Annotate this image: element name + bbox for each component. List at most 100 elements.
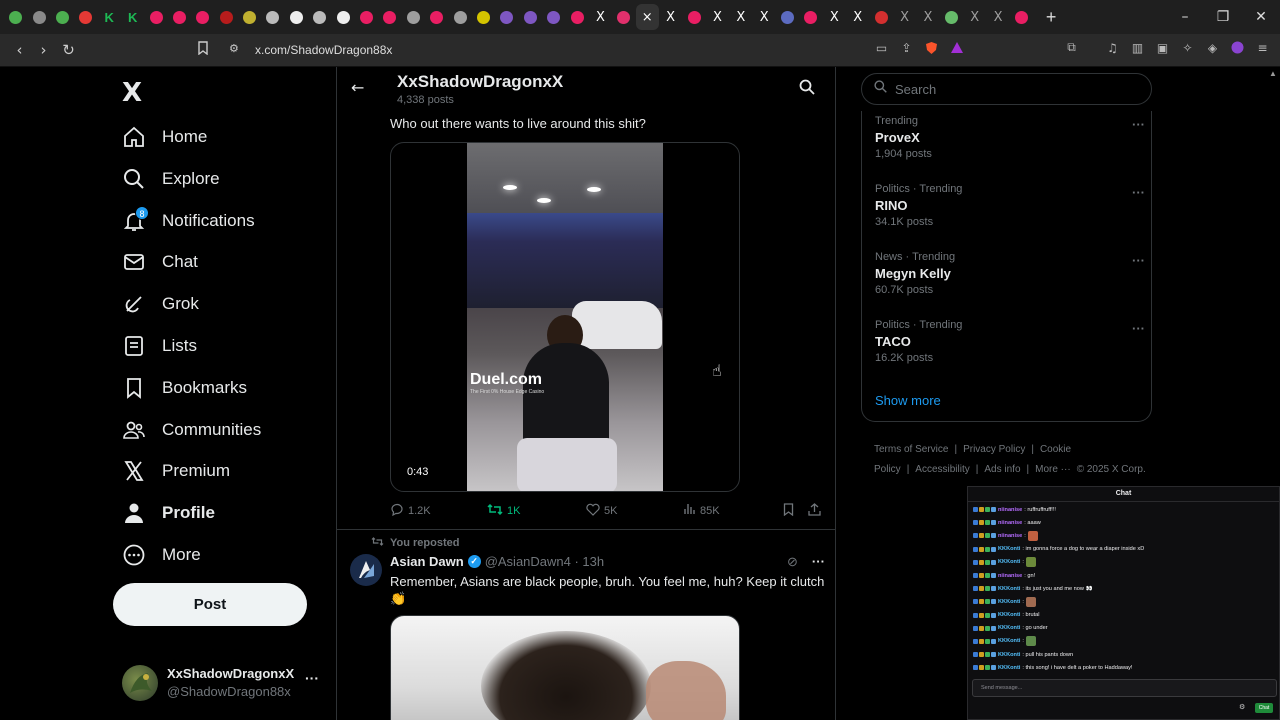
x-logo[interactable]: X (122, 78, 142, 108)
browser-tab[interactable] (799, 4, 822, 30)
browser-tab[interactable] (472, 4, 495, 30)
browser-tab[interactable]: X (659, 4, 682, 30)
wallet-icon[interactable]: ▣ (1155, 40, 1170, 55)
footer-link[interactable]: Terms of Service (874, 444, 948, 455)
brave-shield-icon[interactable] (924, 40, 939, 55)
browser-tab[interactable]: X (846, 4, 869, 30)
chat-username[interactable]: niinanise (998, 520, 1022, 526)
repost-button[interactable]: 1K (487, 503, 520, 519)
browser-tab[interactable]: X (589, 4, 612, 30)
chat-username[interactable]: KKKonti (998, 638, 1020, 644)
chat-username[interactable]: niinanise (998, 573, 1022, 579)
grok-explain-icon[interactable]: ⊘ (787, 554, 798, 570)
nav-item-communities[interactable]: Communities (122, 414, 261, 446)
back-arrow-icon[interactable]: ← (351, 78, 364, 97)
browser-tab[interactable] (402, 4, 425, 30)
browser-tab[interactable] (776, 4, 799, 30)
account-more-icon[interactable]: ··· (305, 670, 319, 686)
nav-item-more[interactable]: More (122, 539, 201, 571)
chat-send-button[interactable]: Chat (1255, 703, 1273, 713)
brave-rewards-icon[interactable] (949, 40, 964, 55)
retweet-author[interactable]: Asian Dawn ✓ @AsianDawn4 · 13h (390, 554, 604, 569)
chat-username[interactable]: niinanise (998, 507, 1022, 513)
site-settings-icon[interactable]: ⚙ (229, 42, 239, 55)
restore-button[interactable]: ❐ (1204, 0, 1242, 34)
nav-item-profile[interactable]: Profile (122, 497, 215, 529)
bookmark-tweet-icon[interactable] (783, 503, 794, 516)
browser-tab[interactable] (682, 4, 705, 30)
tweet-more-icon[interactable]: ··· (812, 554, 825, 570)
nav-item-bookmarks[interactable]: Bookmarks (122, 372, 247, 404)
video-player[interactable]: Duel.com The First 0% House Edge Casino … (390, 142, 740, 492)
chat-username[interactable]: KKKonti (998, 559, 1020, 565)
back-nav-icon[interactable]: ‹ (7, 41, 32, 59)
browser-tab[interactable] (144, 4, 167, 30)
footer-link[interactable]: More ··· (1035, 464, 1071, 475)
footer-link[interactable]: Accessibility (915, 464, 969, 475)
share-icon[interactable]: ⇪ (899, 40, 914, 55)
menu-icon[interactable]: ≡ (1255, 40, 1270, 55)
chat-settings-icon[interactable]: ⚙ (1239, 703, 1245, 711)
browser-tab[interactable] (542, 4, 565, 30)
browser-tab[interactable] (238, 4, 261, 30)
browser-tab[interactable] (612, 4, 635, 30)
nav-item-chat[interactable]: Chat (122, 246, 198, 278)
browser-tab[interactable] (285, 4, 308, 30)
cast-icon[interactable]: ▭ (874, 40, 889, 55)
nav-item-lists[interactable]: Lists (122, 330, 197, 362)
retweet-media[interactable] (390, 615, 740, 720)
new-tab-button[interactable]: + (1039, 7, 1063, 28)
chat-username[interactable]: KKKonti (998, 586, 1020, 592)
browser-tab[interactable] (215, 4, 238, 30)
browser-tab[interactable] (1010, 4, 1033, 30)
scroll-up-arrow-icon[interactable]: ▲ (1269, 69, 1277, 78)
browser-tab[interactable] (308, 4, 331, 30)
chat-username[interactable]: KKKonti (998, 652, 1020, 658)
nav-item-notifications[interactable]: 8 Notifications (122, 205, 255, 237)
close-window-button[interactable]: ✕ (1242, 0, 1280, 34)
nav-item-grok[interactable]: Grok (122, 288, 199, 320)
browser-tab[interactable]: X (893, 4, 916, 30)
browser-tab[interactable] (495, 4, 518, 30)
browser-tab[interactable]: X (706, 4, 729, 30)
browser-tab[interactable] (448, 4, 471, 30)
browser-tab[interactable] (191, 4, 214, 30)
browser-tab[interactable] (355, 4, 378, 30)
browser-tab[interactable]: X (986, 4, 1009, 30)
share-tweet-icon[interactable] (808, 503, 821, 516)
browser-tab[interactable]: X (963, 4, 986, 30)
media-icon[interactable]: ♫ (1105, 40, 1120, 55)
browser-tab[interactable] (261, 4, 284, 30)
forward-nav-icon[interactable]: › (31, 41, 56, 59)
chat-username[interactable]: KKKonti (998, 599, 1020, 605)
browser-tab[interactable]: X (753, 4, 776, 30)
browser-tab[interactable]: K (98, 4, 121, 30)
minimize-button[interactable]: – (1166, 0, 1204, 34)
search-input[interactable]: Search (861, 73, 1152, 105)
browser-tab[interactable] (565, 4, 588, 30)
page-scrollbar[interactable]: ▲ (1267, 67, 1280, 487)
browser-tab[interactable]: K (121, 4, 144, 30)
account-switcher[interactable]: XxShadowDragonxX @ShadowDragon88x ··· (122, 664, 332, 704)
chat-input[interactable]: Send message... (972, 679, 1277, 697)
like-button[interactable]: 5K (586, 503, 617, 519)
sidebar-toggle-icon[interactable]: ▥ (1130, 40, 1145, 55)
trend-more-icon[interactable]: ··· (1132, 253, 1145, 268)
chat-username[interactable]: niinanise (998, 533, 1022, 539)
nav-item-premium[interactable]: Premium (122, 455, 230, 487)
show-more-link[interactable]: Show more (875, 393, 941, 408)
reply-button[interactable]: 1.2K (390, 503, 431, 519)
post-button[interactable]: Post (113, 583, 307, 626)
profile-avatar-icon[interactable] (1230, 40, 1245, 55)
url-field[interactable]: x.com/ShadowDragon88x (255, 43, 392, 57)
bookmark-page-icon[interactable] (197, 41, 209, 58)
browser-tab[interactable] (519, 4, 542, 30)
footer-link[interactable]: © 2025 X Corp. (1077, 464, 1146, 475)
browser-tab[interactable] (74, 4, 97, 30)
trend-item[interactable]: Politics · Trending TACO 16.2K posts ··· (875, 319, 1145, 379)
browser-tab[interactable]: X (729, 4, 752, 30)
trend-more-icon[interactable]: ··· (1132, 185, 1145, 200)
tab-search-icon[interactable]: ⧉ (1064, 40, 1079, 55)
chat-username[interactable]: KKKonti (998, 625, 1020, 631)
chat-username[interactable]: KKKonti (998, 665, 1020, 671)
